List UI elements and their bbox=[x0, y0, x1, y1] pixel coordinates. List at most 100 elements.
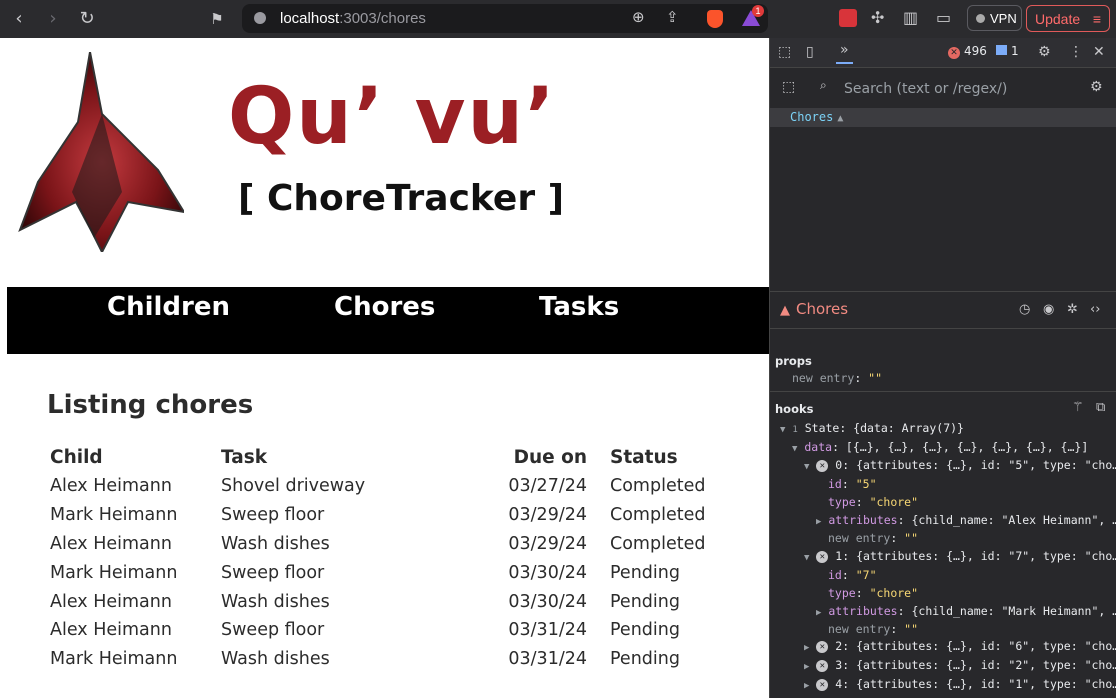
extensions-puzzle-icon[interactable]: ✣ bbox=[871, 8, 884, 27]
search-settings-icon[interactable]: ⚙ bbox=[1090, 79, 1103, 95]
prop-value: "" bbox=[868, 371, 883, 385]
item-field-row[interactable]: ▶ attributes: {child_name: "Alex Heimann… bbox=[816, 513, 1116, 527]
cell-status: Completed bbox=[610, 533, 706, 554]
site-info-icon[interactable] bbox=[254, 12, 266, 24]
copy-icon[interactable]: ⧉ bbox=[1096, 400, 1105, 415]
rewards-badge: 1 bbox=[752, 5, 764, 17]
select-component-icon[interactable]: ⬚ bbox=[782, 79, 795, 95]
more-tabs-icon[interactable]: » bbox=[836, 42, 853, 64]
url-path: :3003/chores bbox=[339, 10, 426, 27]
table-row: Mark Heimann Wash dishes 03/31/24 Pending bbox=[44, 645, 726, 674]
sidebar-icon[interactable]: ▥ bbox=[903, 8, 918, 27]
nav-tasks-link[interactable]: Tasks bbox=[539, 292, 619, 322]
field-key: new entry bbox=[828, 531, 891, 545]
cell-status: Completed bbox=[610, 505, 706, 526]
collapse-triangle-icon: ▼ bbox=[792, 444, 798, 454]
item-field-row[interactable]: id: "5" bbox=[828, 477, 877, 491]
cell-task: Sweep floor bbox=[221, 505, 325, 526]
selected-component-name: ▲ Chores bbox=[780, 300, 848, 318]
item-field-row[interactable]: type: "chore" bbox=[828, 586, 918, 600]
cell-status: Completed bbox=[610, 476, 706, 497]
section-divider bbox=[770, 391, 1116, 392]
close-icon[interactable]: ✕ bbox=[1093, 44, 1105, 60]
view-source-icon[interactable]: ‹› bbox=[1090, 302, 1100, 317]
data-array-row[interactable]: ▼ data: [{…}, {…}, {…}, {…}, {…}, {…}, {… bbox=[792, 440, 1088, 454]
reload-icon[interactable]: ↻ bbox=[74, 6, 100, 32]
url-text[interactable]: localhost:3003/chores bbox=[280, 10, 426, 27]
array-item-row[interactable]: ▶ ✕ 2: {attributes: {…}, id: "6", type: … bbox=[804, 639, 1116, 653]
item-field-row[interactable]: new entry: "" bbox=[828, 531, 918, 545]
item-field-row[interactable]: type: "chore" bbox=[828, 495, 918, 509]
back-icon[interactable]: ‹ bbox=[6, 6, 32, 32]
address-bar[interactable]: localhost:3003/chores ⊕ ⇪ 1 bbox=[242, 4, 768, 33]
settings-gear-icon[interactable]: ⚙ bbox=[1038, 44, 1051, 60]
brand-title: Qu’ vu’ bbox=[228, 72, 557, 162]
hook-state-row[interactable]: ▼ 1 State: {data: Array(7)} bbox=[780, 421, 964, 435]
cell-due: 03/29/24 bbox=[508, 505, 587, 526]
cell-child: Alex Heimann bbox=[50, 620, 172, 641]
array-item-row[interactable]: ▼ ✕ 1: {attributes: {…}, id: "7", type: … bbox=[804, 549, 1116, 563]
more-options-icon[interactable]: ⋮ bbox=[1069, 44, 1083, 60]
expand-triangle-icon: ▶ bbox=[816, 517, 822, 527]
inspect-element-icon[interactable]: ⬚ bbox=[778, 44, 791, 60]
tree-item-label: Chores bbox=[790, 110, 834, 124]
eye-icon[interactable]: ◉ bbox=[1043, 302, 1054, 317]
expand-triangle-icon: ▶ bbox=[816, 608, 822, 618]
data-key: data bbox=[804, 440, 833, 454]
selected-component-header: ▲ Chores ◷ ◉ ✲ ‹› bbox=[770, 291, 1116, 329]
prop-row[interactable]: new entry: "" bbox=[792, 371, 882, 385]
update-label: Update bbox=[1035, 11, 1081, 27]
bookmark-icon[interactable]: ⚑ bbox=[204, 6, 230, 32]
table-row: Alex Heimann Wash dishes 03/30/24 Pending bbox=[44, 587, 726, 616]
update-button[interactable]: Update ≡ bbox=[1026, 5, 1110, 32]
zoom-icon[interactable]: ⊕ bbox=[632, 8, 645, 26]
item-field-row[interactable]: new entry: "" bbox=[828, 622, 918, 636]
wallet-icon[interactable]: ▭ bbox=[936, 8, 951, 27]
forward-icon[interactable]: › bbox=[40, 6, 66, 32]
message-count-badge[interactable]: 1 bbox=[996, 44, 1019, 58]
cell-due: 03/30/24 bbox=[508, 591, 587, 612]
collapse-triangle-icon: ▼ bbox=[804, 462, 810, 472]
site-nav: Children Chores Tasks bbox=[7, 287, 769, 354]
device-toolbar-icon[interactable]: ▯ bbox=[806, 44, 814, 60]
devtools-toolbar: ⬚ ▯ » ✕ 496 1 ⚙ ⋮ ✕ bbox=[770, 38, 1116, 68]
array-item-row[interactable]: ▶ ✕ 4: {attributes: {…}, id: "1", type: … bbox=[804, 677, 1116, 691]
bug-icon[interactable]: ✲ bbox=[1067, 302, 1078, 317]
parse-hooks-wand-icon[interactable]: ⚚ bbox=[1072, 400, 1084, 415]
stopwatch-icon[interactable]: ◷ bbox=[1019, 302, 1030, 317]
nav-children-link[interactable]: Children bbox=[107, 292, 230, 322]
table-row: Mark Heimann Sweep floor 03/30/24 Pending bbox=[44, 558, 726, 587]
item-summary: {attributes: {…}, id: "1", type: "cho… bbox=[856, 677, 1116, 691]
item-field-row[interactable]: ▶ attributes: {child_name: "Mark Heimann… bbox=[816, 604, 1116, 618]
field-value: "" bbox=[904, 622, 919, 636]
component-search-input[interactable] bbox=[842, 76, 1116, 102]
col-status-header: Status bbox=[610, 447, 678, 468]
array-item-row[interactable]: ▼ ✕ 0: {attributes: {…}, id: "5", type: … bbox=[804, 458, 1116, 472]
collapse-triangle-icon: ▼ bbox=[804, 553, 810, 563]
item-summary: {attributes: {…}, id: "2", type: "cho… bbox=[856, 658, 1116, 672]
error-icon: ✕ bbox=[816, 640, 829, 653]
field-key: id bbox=[828, 477, 842, 491]
vpn-button[interactable]: VPN bbox=[967, 5, 1022, 31]
array-item-row[interactable]: ▶ ✕ 3: {attributes: {…}, id: "2", type: … bbox=[804, 658, 1116, 672]
extension-icon[interactable] bbox=[839, 9, 857, 27]
item-field-row[interactable]: id: "7" bbox=[828, 568, 877, 582]
warning-icon: ▲ bbox=[780, 303, 790, 318]
cell-child: Mark Heimann bbox=[50, 649, 178, 670]
error-count-badge[interactable]: ✕ 496 bbox=[948, 44, 987, 59]
nav-chores-link[interactable]: Chores bbox=[334, 292, 435, 322]
field-value: "chore" bbox=[869, 586, 919, 600]
devtools-panel: ⬚ ▯ » ✕496 1 ⚙ ⋮ ✕ ⬚ ⌕ ⚙ Chores▲ ▲Chores… bbox=[769, 38, 1116, 698]
brand-subtitle: [ ChoreTracker ] bbox=[238, 178, 565, 219]
tree-item-chores[interactable]: Chores ▲ bbox=[790, 110, 843, 124]
hamburger-icon: ≡ bbox=[1092, 11, 1101, 27]
hook-index: 1 bbox=[792, 425, 798, 435]
cell-due: 03/30/24 bbox=[508, 562, 587, 583]
error-icon: ✕ bbox=[816, 678, 829, 691]
brave-shields-icon[interactable] bbox=[707, 10, 723, 28]
field-key: id bbox=[828, 568, 842, 582]
cell-task: Wash dishes bbox=[221, 533, 330, 554]
url-host: localhost bbox=[280, 10, 340, 27]
share-icon[interactable]: ⇪ bbox=[666, 8, 679, 26]
cell-due: 03/27/24 bbox=[508, 476, 587, 497]
